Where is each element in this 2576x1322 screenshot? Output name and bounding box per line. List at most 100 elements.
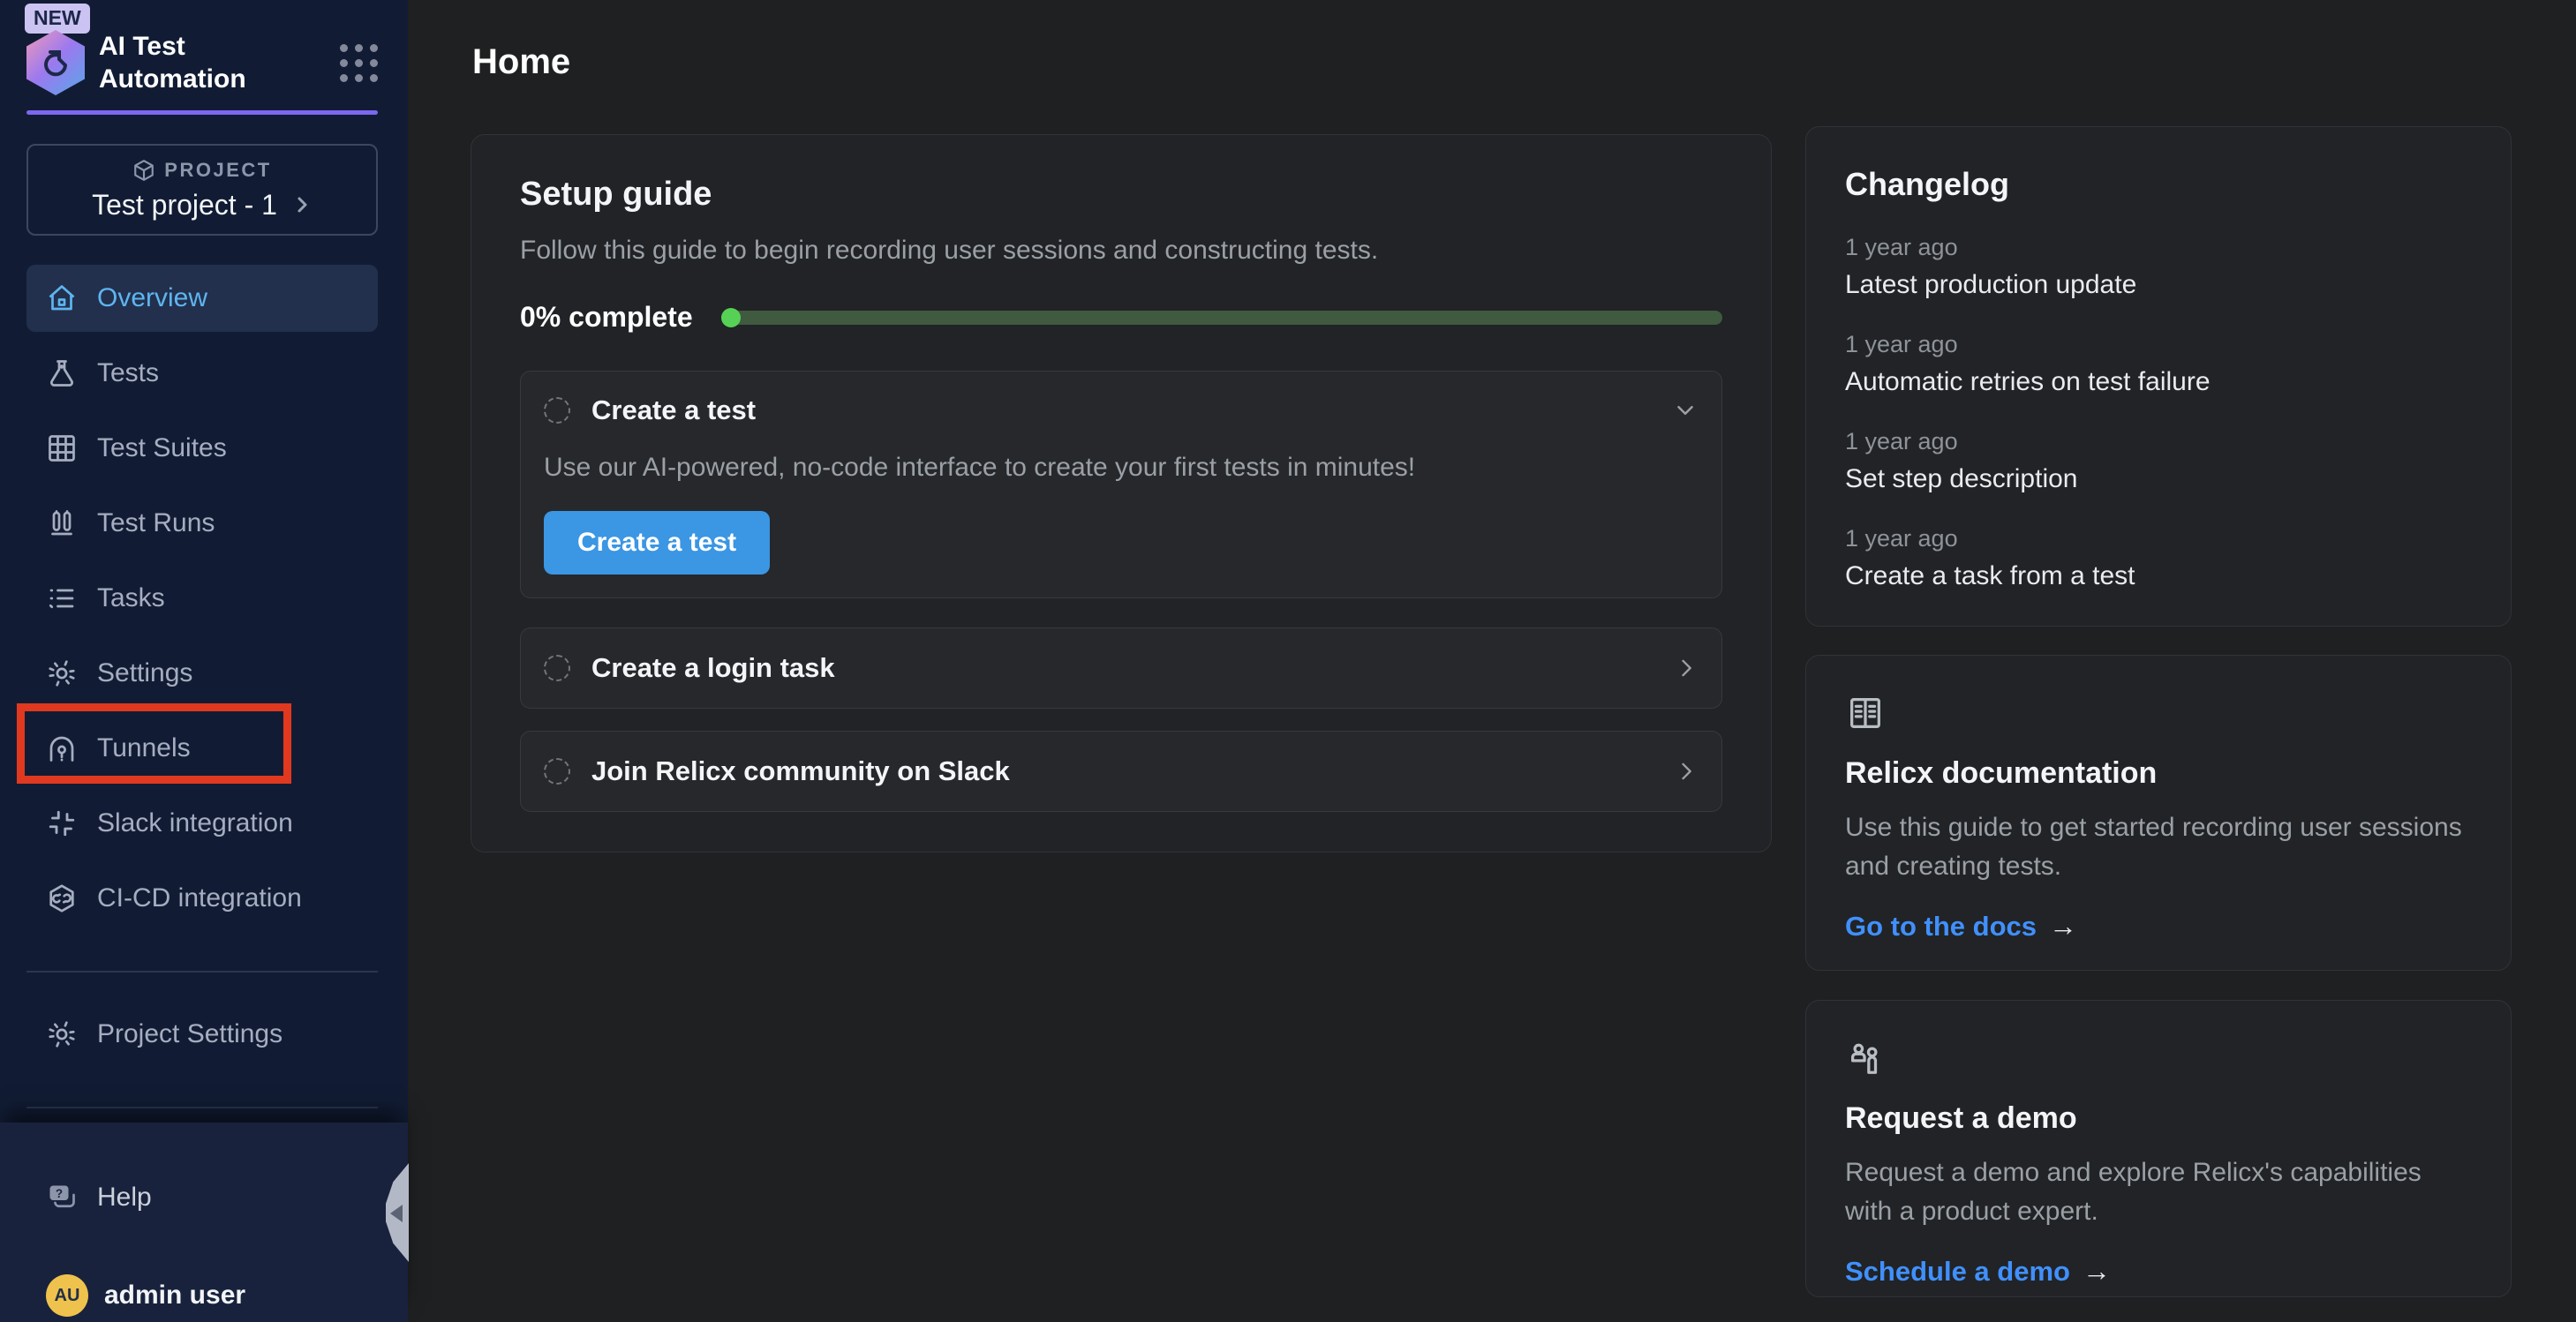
sidebar-item-slack-integration[interactable]: Slack integration [26,790,378,857]
sidebar-item-label: Settings [97,658,192,688]
changelog-time: 1 year ago [1845,234,2472,261]
sidebar-divider [26,1107,378,1108]
sidebar-item-test-runs[interactable]: Test Runs [26,490,378,557]
progress-knob [721,308,741,327]
documentation-title: Relicx documentation [1845,756,2472,791]
changelog-card: Changelog 1 year ago Latest production u… [1805,126,2512,627]
help-chat-icon: ? [46,1182,78,1213]
sidebar-item-test-suites[interactable]: Test Suites [26,415,378,482]
tunnel-icon [46,732,78,764]
step-title: Create a test [591,394,756,426]
user-name: admin user [104,1281,245,1311]
grid-table-icon [46,432,78,464]
apps-grid-icon[interactable] [340,44,378,82]
app-logo-icon [26,30,85,95]
changelog-entry: 1 year ago Latest production update [1845,234,2472,300]
chevron-right-icon [1674,759,1699,784]
chevron-down-icon [1672,397,1699,424]
setup-step-create-a-login-task[interactable]: Create a login task [520,627,1722,709]
page-title: Home [472,42,570,82]
sidebar-item-label: Tasks [97,583,165,613]
project-label: PROJECT [164,159,271,182]
setup-step-create-a-test[interactable]: Create a test Use our AI-powered, no-cod… [520,371,1722,598]
step-title: Create a login task [591,652,835,684]
link-label: Go to the docs [1845,911,2037,943]
sidebar-item-label: Tunnels [97,733,191,763]
sidebar-item-settings[interactable]: Settings [26,640,378,707]
arrow-right-icon: → [2049,910,2077,943]
chevron-right-icon [1674,656,1699,680]
incomplete-step-icon [544,758,570,785]
demo-title: Request a demo [1845,1101,2472,1136]
help-label: Help [97,1183,152,1213]
help-button[interactable]: ? Help [26,1164,378,1231]
changelog-text: Set step description [1845,464,2472,494]
project-name: Test project - 1 [92,189,277,222]
home-icon [46,282,78,314]
changelog-text: Latest production update [1845,270,2472,300]
changelog-entry: 1 year ago Create a task from a test [1845,525,2472,591]
task-list-icon [46,582,78,614]
right-panel: Changelog 1 year ago Latest production u… [1805,126,2512,1297]
sidebar-item-tasks[interactable]: Tasks [26,565,378,632]
request-demo-card: Request a demo Request a demo and explor… [1805,1000,2512,1297]
sidebar-item-cicd-integration[interactable]: CI-CD integration [26,865,378,932]
link-label: Schedule a demo [1845,1256,2070,1288]
sidebar-footer: ? Help AU admin user [0,1123,408,1322]
changelog-text: Create a task from a test [1845,561,2472,591]
chevron-left-icon [390,1205,403,1222]
sidebar-item-overview[interactable]: Overview [26,265,378,332]
sidebar-divider [26,971,378,973]
documentation-description: Use this guide to get started recording … [1845,808,2472,885]
changelog-entry: 1 year ago Set step description [1845,428,2472,494]
new-badge: NEW [25,4,90,34]
step-title: Join Relicx community on Slack [591,755,1010,787]
schedule-demo-link[interactable]: Schedule a demo → [1845,1255,2111,1288]
people-icon [1845,1038,2472,1078]
sidebar-item-label: Slack integration [97,808,293,838]
incomplete-step-icon [544,397,570,424]
changelog-text: Automatic retries on test failure [1845,367,2472,397]
gear-icon [46,1018,78,1050]
sidebar-item-project-settings[interactable]: Project Settings [26,1001,378,1068]
demo-description: Request a demo and explore Relicx's capa… [1845,1153,2472,1230]
incomplete-step-icon [544,655,570,681]
setup-progress: 0% complete [520,301,1722,334]
setup-guide-subtitle: Follow this guide to begin recording use… [520,236,1722,266]
chevron-right-icon [291,194,313,215]
progress-label: 0% complete [520,301,693,334]
changelog-time: 1 year ago [1845,525,2472,552]
project-selector[interactable]: PROJECT Test project - 1 [26,144,378,236]
accent-divider [26,110,378,115]
sidebar-item-label: Test Runs [97,508,215,538]
setup-step-join-slack-community[interactable]: Join Relicx community on Slack [520,731,1722,812]
sidebar-item-tunnels[interactable]: Tunnels [26,715,378,782]
package-icon [132,159,155,182]
flask-icon [46,357,78,389]
create-a-test-button[interactable]: Create a test [544,511,770,575]
changelog-entry: 1 year ago Automatic retries on test fai… [1845,331,2472,397]
sidebar-item-label: Project Settings [97,1019,282,1049]
gear-icon [46,657,78,689]
svg-text:?: ? [56,1187,63,1200]
avatar: AU [46,1274,88,1317]
sidebar-item-label: Tests [97,358,159,388]
setup-progress-bar [723,311,1722,325]
documentation-card: Relicx documentation Use this guide to g… [1805,655,2512,971]
test-runs-icon [46,507,78,539]
sidebar-item-label: Test Suites [97,433,227,463]
sidebar-item-label: CI-CD integration [97,883,302,913]
sidebar: NEW AI Test Automation PROJECT Test proj… [0,0,408,1322]
user-menu[interactable]: AU admin user [26,1262,378,1322]
setup-guide-title: Setup guide [520,176,1722,214]
setup-guide-card: Setup guide Follow this guide to begin r… [471,134,1772,853]
arrow-right-icon: → [2083,1255,2111,1288]
slack-icon [46,807,78,839]
changelog-time: 1 year ago [1845,428,2472,455]
book-columns-icon [1845,693,2472,733]
project-label-row: PROJECT [132,159,271,182]
app-title: AI Test Automation [99,30,284,95]
cicd-hexagon-link-icon [46,883,78,914]
sidebar-item-tests[interactable]: Tests [26,340,378,407]
go-to-docs-link[interactable]: Go to the docs → [1845,910,2077,943]
